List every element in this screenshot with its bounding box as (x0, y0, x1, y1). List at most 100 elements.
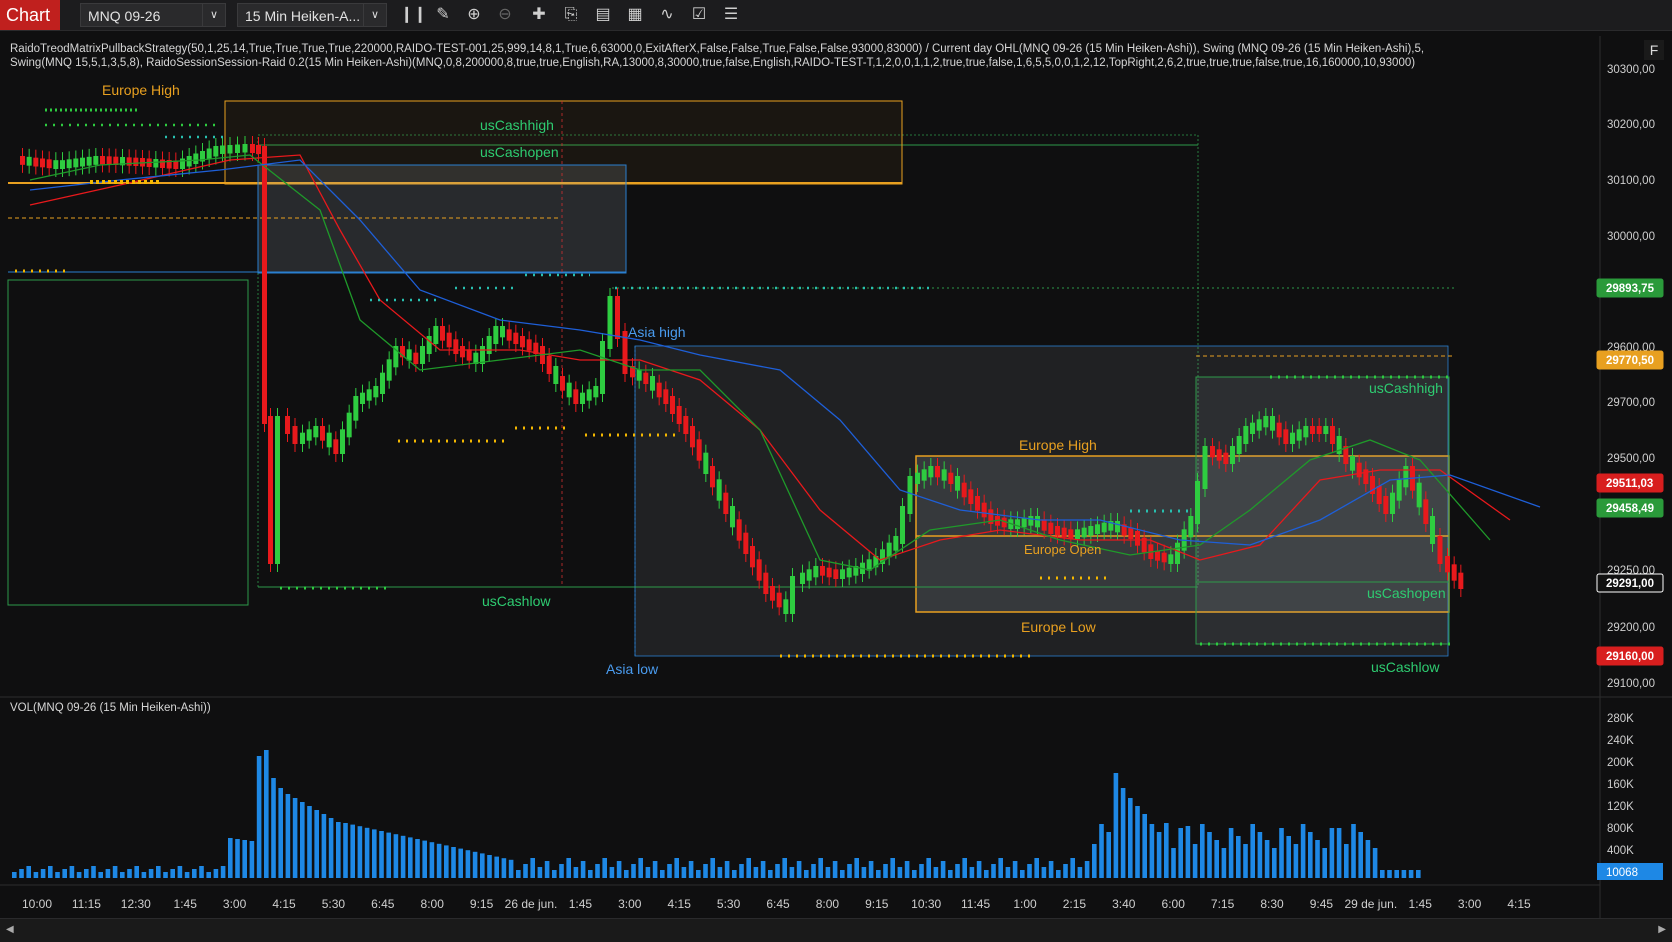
volume-bar (624, 870, 629, 878)
candle-body (1068, 529, 1074, 539)
candle-body (907, 476, 913, 514)
time-tick-label: 7:15 (1211, 897, 1235, 911)
candle-body (100, 156, 105, 165)
candle-body (493, 326, 499, 344)
volume-bar (782, 858, 787, 878)
volume-bar (48, 866, 53, 878)
candle-body (783, 599, 789, 614)
price-tick-label: 30000,00 (1607, 231, 1655, 243)
volume-bar (1005, 867, 1011, 878)
candle-body (486, 336, 492, 354)
time-tick-label: 5:30 (717, 897, 741, 911)
volume-bar (890, 858, 895, 878)
candle-body (193, 153, 199, 164)
asia-high-label: Asia high (628, 324, 686, 340)
price-tick-label: 29200,00 (1607, 622, 1655, 634)
volume-bar (1214, 840, 1219, 878)
uscash-open-label-1: usCashopen (480, 144, 559, 160)
scroll-left-icon[interactable]: ◀ (6, 924, 14, 935)
candle-body (326, 432, 332, 448)
price-tick-label: 30200,00 (1607, 119, 1655, 131)
candle-body (1263, 416, 1269, 428)
candle-body (893, 536, 899, 551)
candle-body (1303, 426, 1309, 438)
candle-body (106, 156, 112, 165)
time-tick-label: 4:15 (272, 897, 296, 911)
candle-body (213, 146, 219, 157)
volume-tick-label: 400K (1607, 845, 1634, 857)
volume-bar (926, 858, 931, 878)
candle-body (1216, 449, 1222, 461)
volume-bar (1336, 828, 1342, 878)
candle-body (526, 339, 532, 351)
uscash-high-label-2: usCashhigh (1369, 380, 1443, 396)
volume-bar (1408, 870, 1414, 878)
candle-body (33, 157, 39, 167)
volume-bar (120, 872, 125, 878)
volume-bar (688, 861, 694, 878)
candle-body (300, 432, 305, 444)
uscash-open-label-2: usCashopen (1367, 585, 1446, 601)
scroll-right-icon[interactable]: ▶ (1658, 924, 1666, 935)
candle-body (1210, 446, 1215, 458)
volume-bar (696, 870, 701, 878)
volume-bar (573, 867, 579, 878)
candle-body (340, 429, 345, 454)
volume-bar (1279, 828, 1284, 878)
volume-bar (1394, 870, 1399, 878)
volume-bar (732, 870, 737, 878)
candle-body (840, 569, 845, 579)
volume-bar (1099, 824, 1104, 878)
volume-bar (12, 872, 17, 878)
candle-body (1161, 552, 1167, 563)
price-axis[interactable]: 30300,0030200,0030100,0030000,0029600,00… (1607, 64, 1655, 690)
volume-bar (847, 864, 852, 878)
time-tick-label: 26 de jun. (505, 897, 558, 911)
candle-body (1101, 522, 1107, 533)
candle-body (1383, 496, 1389, 514)
candle-body (1195, 481, 1200, 524)
candle-body (710, 466, 715, 488)
time-tick-label: 1:45 (1409, 897, 1433, 911)
chart-canvas[interactable]: Europe High usCashhigh usCashopen usCash… (0, 0, 1672, 941)
candle-body (663, 389, 669, 404)
candle-body (1283, 429, 1289, 444)
candle-body (1437, 536, 1443, 564)
volume-bar (343, 823, 348, 878)
candle-body (703, 452, 709, 474)
candle-body (1376, 486, 1382, 504)
price-badge: 29770,50 (1596, 350, 1664, 370)
candle-body (153, 159, 159, 168)
volume-bar (480, 853, 485, 878)
time-axis[interactable]: 10:00 11:15 12:30 1:45 3:00 4:15 5:30 6:45 8:00 9… (22, 897, 1531, 911)
candle-body (268, 416, 273, 564)
time-tick-label: 6:45 (766, 897, 790, 911)
price-tick-label: 29700,00 (1607, 397, 1655, 409)
svg-text:29458,49: 29458,49 (1606, 503, 1654, 515)
volume-bar (760, 861, 766, 878)
volume-bar (105, 869, 111, 878)
volume-bar (177, 866, 183, 878)
candle-body (292, 426, 298, 444)
candle-body (1128, 527, 1134, 539)
price-tick-label: 30100,00 (1607, 175, 1655, 187)
volume-bar (854, 858, 859, 878)
volume-bar (400, 835, 406, 878)
volume-bar (228, 838, 233, 878)
volume-bar (271, 778, 276, 878)
volume-bar (1264, 840, 1270, 878)
volume-bar (19, 869, 24, 878)
volume-bar (127, 869, 132, 878)
volume-bar (1416, 870, 1421, 878)
candle-body (921, 469, 927, 481)
f-button[interactable]: F (1644, 40, 1664, 60)
volume-axis[interactable]: 280K 240K 200K 160K 120K 800K 400K 10068 (1597, 713, 1663, 880)
horizontal-scrollbar[interactable]: ◀ ▶ (0, 918, 1672, 942)
volume-bar (33, 872, 39, 878)
volume-bar (1020, 870, 1025, 878)
price-badge: 29893,75 (1596, 278, 1664, 298)
volume-bar (1034, 858, 1039, 878)
volume-bar (724, 861, 730, 878)
europe-high-label-1: Europe High (102, 82, 180, 98)
candle-body (1236, 436, 1242, 454)
